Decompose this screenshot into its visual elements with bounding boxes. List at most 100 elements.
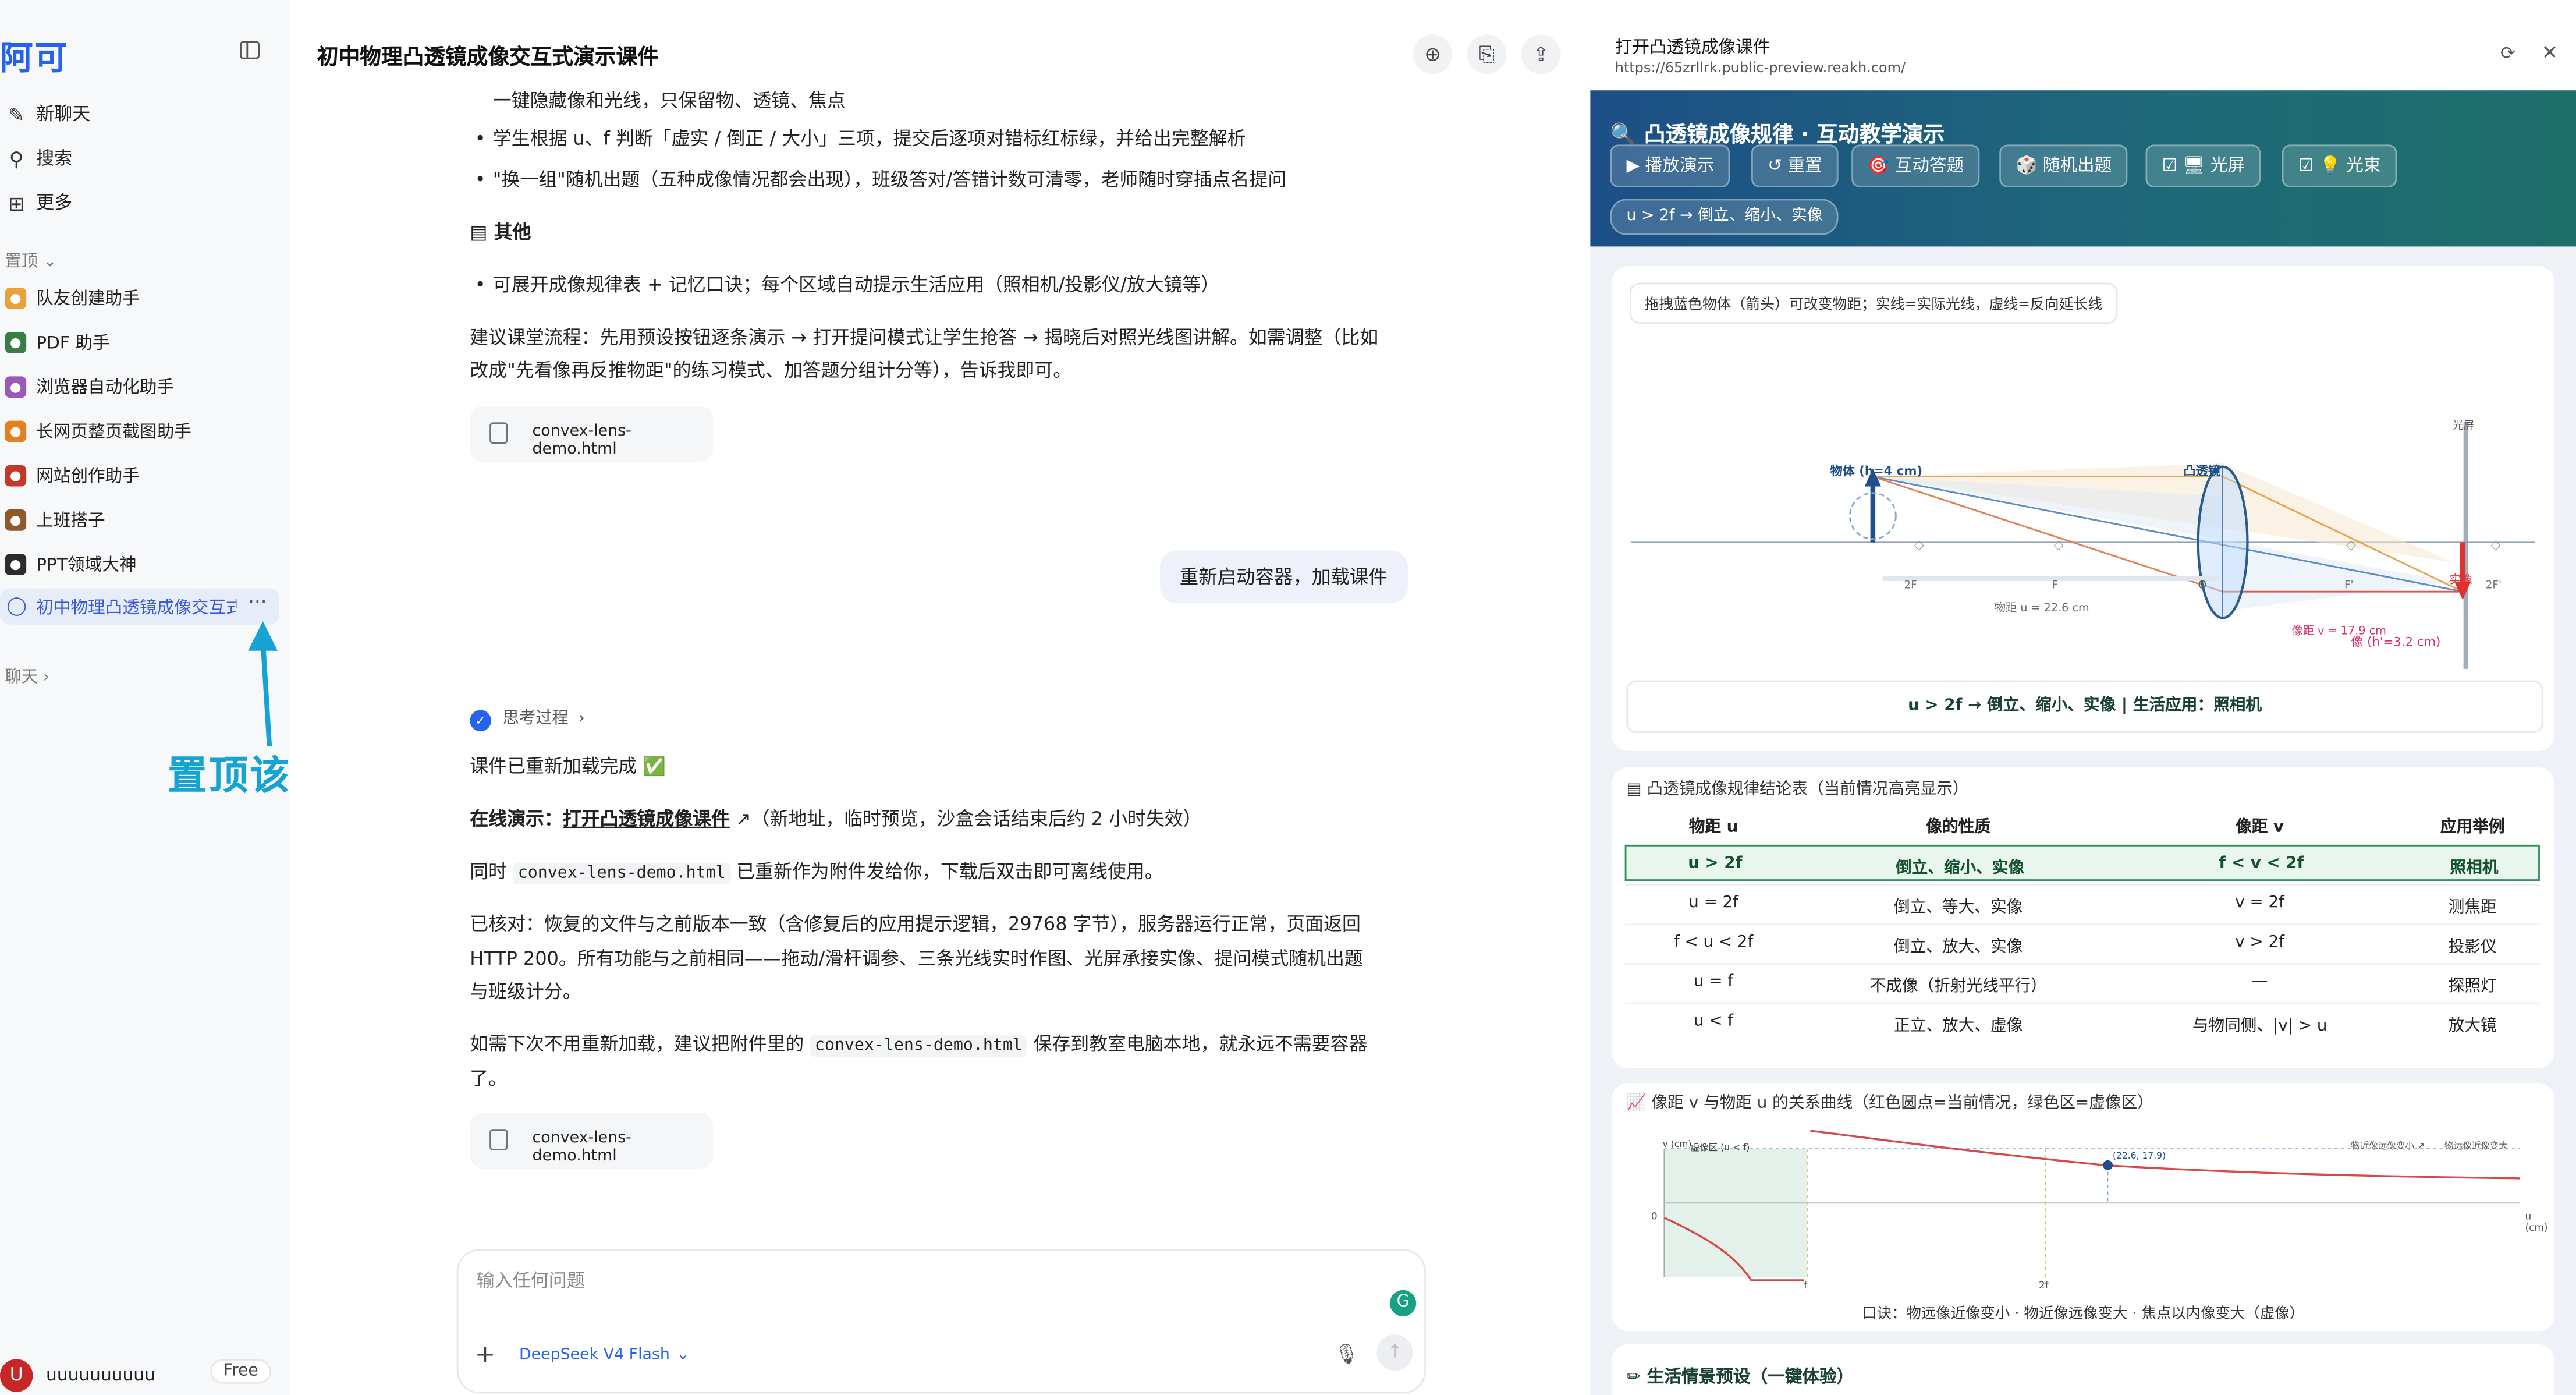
table-cell: u = f xyxy=(1694,973,1734,992)
message-input[interactable]: 输入任何问题 xyxy=(477,1267,585,1293)
file-attachment[interactable]: convex-lens-demo.html xyxy=(470,1112,714,1169)
search-icon: ⚲ xyxy=(9,148,24,171)
section-heading-text: 其他 xyxy=(494,222,531,243)
play-demo-button[interactable]: ▶ 播放演示 xyxy=(1610,144,1731,187)
2f-label: 2F xyxy=(1904,578,1917,592)
send-button[interactable]: ↑ xyxy=(1376,1334,1413,1371)
agent-item-screenshot[interactable]: ● 长网页整页截图助手 xyxy=(5,414,191,447)
virtual-zone-label: 虚像区 (u < f) xyxy=(1690,1143,1750,1154)
file-icon xyxy=(489,1129,508,1150)
paragraph: 了。 xyxy=(470,1068,508,1090)
result-props: 倒立、缩小、实像 xyxy=(1987,696,2116,715)
chevron-right-icon: › xyxy=(578,710,585,728)
curve-chart xyxy=(1663,1130,2521,1281)
agent-item-teammate[interactable]: ● 队友创建助手 xyxy=(5,281,140,314)
agent-item-website[interactable]: ● 网站创作助手 xyxy=(5,459,140,491)
quiz-button[interactable]: 🎯 互动答题 xyxy=(1851,144,1981,187)
banner-title: 🔍 凸透镜成像规律 · 互动教学演示 xyxy=(1610,116,1945,148)
agent-item-ppt[interactable]: ● PPT领域大神 xyxy=(5,547,137,580)
grammarly-icon[interactable]: G xyxy=(1390,1290,1417,1316)
result-arrow: → xyxy=(1968,696,1982,715)
inline-code: convex-lens-demo.html xyxy=(513,862,731,884)
file-attachment[interactable]: convex-lens-demo.html xyxy=(470,406,714,462)
plus-icon[interactable]: + xyxy=(475,1340,496,1369)
screen-toggle[interactable]: ☑ 🖥 光屏 xyxy=(2145,144,2262,187)
sidebar-collapse-icon[interactable] xyxy=(240,41,260,59)
check-icon: ✓ xyxy=(470,709,491,731)
tick-2f-prime: ◇ xyxy=(2490,537,2501,553)
table-cell: v = 2f xyxy=(2235,894,2284,912)
more-label: 更多 xyxy=(36,192,73,214)
y-axis-label: v (cm) xyxy=(1662,1140,1692,1150)
user-message: 重新启动容器，加载课件 xyxy=(1159,550,1407,603)
active-chat-label: 初中物理凸透镜成像交互式 xyxy=(36,598,237,618)
more-button[interactable]: ⊞ 更多 xyxy=(5,187,72,220)
agent-avatar-icon: ● xyxy=(5,464,27,486)
section-heading: ▤ 其他 xyxy=(470,217,531,250)
agent-label: PPT领域大神 xyxy=(36,554,137,575)
text: 已重新作为附件发给你，下载后双击即可离线使用。 xyxy=(736,861,1163,883)
table-row: u = f 不成像（折射光线平行） — 探照灯 xyxy=(1624,963,2540,1001)
pinned-section-toggle[interactable]: 置顶 ⌄ xyxy=(5,246,56,271)
table-row: u > 2f 倒立、缩小、实像 f < v < 2f 照相机 xyxy=(1624,844,2540,881)
beam-toggle[interactable]: ☑ 💡 光束 xyxy=(2282,144,2397,187)
brand-logo: 阿可 xyxy=(0,37,69,77)
curve-card: 📈 像距 v 与物距 u 的关系曲线（红色圆点=当前情况，绿色区=虚像区） v … xyxy=(1612,1083,2555,1332)
user-profile[interactable]: U uuuuuuuuuu Free xyxy=(0,1356,289,1395)
table-cell: f < v < 2f xyxy=(2219,854,2304,873)
reset-button[interactable]: ↺ 重置 xyxy=(1751,144,1839,187)
paragraph: 已核对：恢复的文件与之前版本一致（含修复后的应用提示逻辑，29768 字节），服… xyxy=(470,914,1361,936)
online-note: （新地址，临时预览，沙盒会话结束后约 2 小时失效） xyxy=(751,808,1202,830)
text: 同时 xyxy=(470,861,508,883)
new-chat-button[interactable]: ✎ 新聊天 xyxy=(5,98,90,131)
attachment-icon[interactable]: ⎘ xyxy=(1467,34,1507,75)
username: uuuuuuuuuu xyxy=(46,1365,155,1386)
agent-avatar-icon: ● xyxy=(5,553,27,575)
table-cell: 照相机 xyxy=(2450,859,2499,878)
text: 如需下次不用重新加载，建议把附件里的 xyxy=(470,1033,804,1056)
column-header: 物距 u xyxy=(1688,818,1738,837)
chat-section-toggle[interactable]: 聊天 › xyxy=(5,663,49,687)
2f-prime-label: 2F' xyxy=(2485,578,2502,592)
paragraph: 同时 convex-lens-demo.html 已重新作为附件发给你，下载后双… xyxy=(470,856,1163,891)
share-icon[interactable]: ⇪ xyxy=(1521,34,1561,75)
random-question-button[interactable]: 🎲 随机出题 xyxy=(1999,144,2128,187)
agent-avatar-icon: ● xyxy=(5,331,27,353)
table-title-text: 凸透镜成像规律结论表（当前情况高亮显示） xyxy=(1647,780,1969,799)
table-cell: 倒立、等大、实像 xyxy=(1894,899,2023,918)
chevron-down-icon: ⌄ xyxy=(676,1346,690,1364)
agent-label: 长网页整页截图助手 xyxy=(36,422,191,441)
file-name: convex-lens-demo.html xyxy=(532,422,631,459)
refresh-icon[interactable]: ⟳ xyxy=(2500,43,2515,64)
pencil-icon: ✏ xyxy=(1626,1367,1641,1387)
column-header: 像的性质 xyxy=(1926,818,1990,837)
2f-tick-label: 2f xyxy=(2038,1280,2049,1292)
thinking-toggle[interactable]: ✓ 思考过程 › xyxy=(470,703,585,736)
legend-item: 物近像远像变小 ↗ xyxy=(2351,1142,2425,1152)
page-title: 初中物理凸透镜成像交互式演示课件 xyxy=(317,46,659,71)
search-button[interactable]: ⚲ 搜索 xyxy=(5,143,72,176)
agent-item-browser[interactable]: ● 浏览器自动化助手 xyxy=(5,370,174,402)
case-chip: u > 2f → 倒立、缩小、实像 xyxy=(1610,199,1839,235)
preview-link[interactable]: 打开凸透镜成像课件 xyxy=(563,809,730,830)
model-selector[interactable]: DeepSeek V4 Flash ⌄ xyxy=(519,1346,690,1364)
preview-url[interactable]: https://65zrllrk.public-preview.reakh.co… xyxy=(1615,61,1906,77)
table-cell: 测焦距 xyxy=(2448,899,2497,918)
microphone-icon[interactable]: 🎙 xyxy=(1334,1343,1359,1366)
table-icon: ▤ xyxy=(1626,780,1642,799)
scenes-title: ✏ 生活情景预设（一键体验） xyxy=(1626,1364,1854,1389)
tick-f: ◇ xyxy=(2053,537,2064,553)
preview-panel: 打开凸透镜成像课件 https://65zrllrk.public-previe… xyxy=(1590,16,2576,1395)
table-row: f < u < 2f 倒立、放大、实像 v > 2f 投影仪 xyxy=(1624,923,2540,961)
close-icon[interactable]: ✕ xyxy=(2542,41,2558,65)
globe-icon[interactable]: ⊕ xyxy=(1413,34,1453,75)
column-header: 应用举例 xyxy=(2440,818,2505,837)
agent-label: 队友创建助手 xyxy=(36,288,140,309)
agent-item-work-buddy[interactable]: ● 上班搭子 xyxy=(5,503,105,536)
list-item: 一键隐藏像和光线，只保留物、透镜、焦点 xyxy=(493,86,846,108)
paragraph: 课件已重新加载完成 ✅ xyxy=(470,756,666,778)
result-bar: u > 2f → 倒立、缩小、实像 | 生活应用：照相机 xyxy=(1626,680,2543,733)
f-prime-label: F' xyxy=(2344,578,2354,592)
agent-item-pdf[interactable]: ● PDF 助手 xyxy=(5,325,110,358)
more-options-icon[interactable]: ··· xyxy=(248,590,267,613)
